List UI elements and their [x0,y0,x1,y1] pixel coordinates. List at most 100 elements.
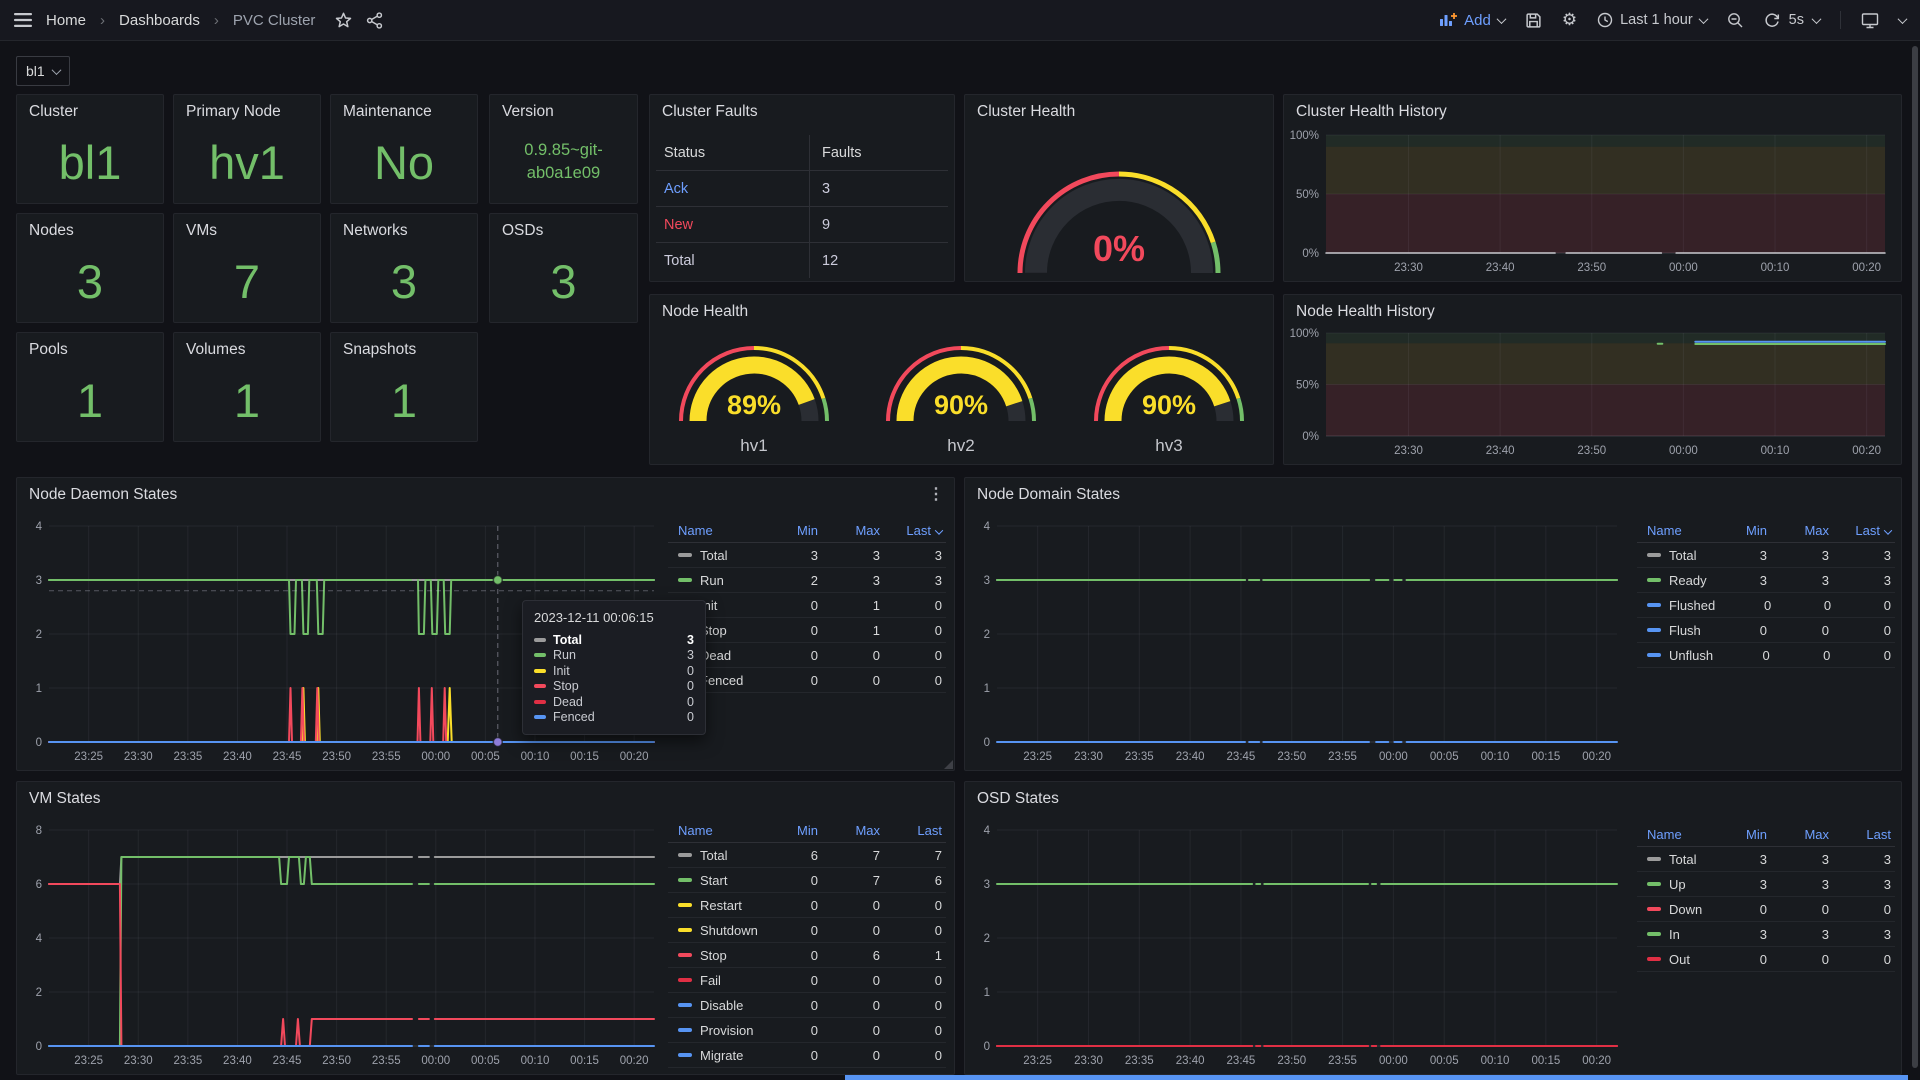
series-color-swatch [1647,882,1661,886]
svg-text:hv3: hv3 [1155,436,1182,455]
sort-chevron-icon [935,526,943,534]
legend-row[interactable]: Ready333 [1637,568,1895,593]
panel-title: Volumes [186,341,245,359]
svg-text:00:00: 00:00 [1669,262,1698,274]
legend-row[interactable]: Fenced000 [668,668,946,693]
svg-text:00:10: 00:10 [521,751,550,763]
chart-tooltip: 2023-12-11 00:06:15Total3Run3Init0Stop0D… [522,600,706,735]
refresh-icon [1764,12,1780,28]
legend-row[interactable]: Shutdown000 [668,918,946,943]
svg-text:00:20: 00:20 [1852,445,1881,457]
legend-header[interactable]: NameMinMaxLast [1637,518,1895,543]
breadcrumb-dashboards[interactable]: Dashboards [119,12,200,29]
panel-vms: VMs 7 [173,213,321,323]
legend-row[interactable]: Init010 [668,593,946,618]
legend-row[interactable]: Up333 [1637,872,1895,897]
panel-osds: OSDs 3 [489,213,638,323]
svg-text:3: 3 [36,575,42,587]
legend-header[interactable]: NameMinMaxLast [1637,822,1895,847]
panel-cluster-faults: Cluster Faults Status Faults Ack 3 New 9… [649,94,955,282]
svg-text:23:50: 23:50 [1277,1055,1306,1067]
series-color-swatch [1647,907,1661,911]
legend-row[interactable]: Flushed000 [1637,593,1895,618]
breadcrumb-home[interactable]: Home [46,12,86,29]
series-color-swatch [1647,957,1661,961]
legend-row[interactable]: Disable000 [668,993,946,1018]
svg-text:23:40: 23:40 [1176,1055,1205,1067]
svg-text:0: 0 [984,1041,990,1053]
hamburger-menu-icon[interactable] [14,13,32,27]
legend-row[interactable]: Stop010 [668,618,946,643]
legend-row[interactable]: Flush000 [1637,618,1895,643]
chevron-down-icon[interactable] [1898,14,1908,24]
svg-text:00:10: 00:10 [521,1055,550,1067]
panel-cluster: Cluster bl1 [16,94,164,204]
legend-row[interactable]: In333 [1637,922,1895,947]
faults-new-link[interactable]: New [656,217,809,233]
panel-menu-kebab-icon[interactable]: ⋮ [928,484,944,504]
vm-states-chart[interactable]: 0246823:2523:3023:3523:4023:4523:5023:55… [19,822,664,1072]
panel-title: Node Health History [1296,303,1435,321]
svg-text:00:15: 00:15 [1531,1055,1560,1067]
legend-header[interactable]: NameMinMaxLast [668,818,946,843]
faults-table-header[interactable]: Status Faults [656,135,948,171]
osd-states-chart[interactable]: 0123423:2523:3023:3523:4023:4523:5023:55… [967,822,1627,1072]
series-color-swatch [678,1053,692,1057]
kiosk-monitor-icon[interactable] [1861,12,1879,29]
svg-text:23:40: 23:40 [223,1055,252,1067]
table-row: Ack 3 [656,171,948,207]
panel-title: VM States [29,790,101,808]
svg-text:0%: 0% [1302,431,1319,443]
time-range-picker[interactable]: Last 1 hour [1597,12,1707,28]
settings-gear-icon[interactable]: ⚙ [1562,10,1577,30]
legend-row[interactable]: Total333 [1637,847,1895,872]
node-health-gauge: 89%hv1 [654,321,854,463]
scrollbar-thumb[interactable] [1912,46,1918,1068]
refresh-picker[interactable]: 5s [1764,12,1820,28]
legend-row[interactable]: Total677 [668,843,946,868]
series-color-swatch [534,638,546,642]
series-color-swatch [1647,653,1661,657]
cluster-health-history-chart[interactable]: 0%50%100%23:3023:4023:5000:0000:1000:20 [1288,127,1895,279]
panel-title: Cluster [29,103,78,121]
faults-ack-count: 3 [809,171,948,206]
svg-text:00:00: 00:00 [421,1055,450,1067]
variable-dropdown[interactable]: bl1 [16,56,70,86]
svg-text:23:50: 23:50 [322,1055,351,1067]
zoom-out-icon[interactable] [1727,12,1744,29]
legend-row[interactable]: Unflush000 [1637,643,1895,668]
legend-row[interactable]: Down000 [1637,897,1895,922]
node-health-history-chart[interactable]: 0%50%100%23:3023:4023:5000:0000:1000:20 [1288,325,1895,462]
variable-value: bl1 [26,63,45,79]
legend-row[interactable]: Provision000 [668,1018,946,1043]
legend-row[interactable]: Start076 [668,868,946,893]
legend-header[interactable]: NameMinMaxLast [668,518,946,543]
add-button[interactable]: Add [1439,12,1505,29]
legend-row[interactable]: Fail000 [668,968,946,993]
panel-vm-states: VM States 0246823:2523:3023:3523:4023:45… [16,781,955,1075]
faults-ack-link[interactable]: Ack [656,181,809,197]
series-color-swatch [534,669,546,673]
legend-row[interactable]: Stop061 [668,943,946,968]
legend-row[interactable]: Restart000 [668,893,946,918]
legend-row[interactable]: Migrate000 [668,1043,946,1068]
svg-text:23:35: 23:35 [173,1055,202,1067]
stat-value: 3 [331,240,477,322]
panel-resize-handle[interactable] [944,760,953,769]
tooltip-series-row: Init0 [534,663,694,679]
legend-row[interactable]: Total333 [668,543,946,568]
table-row: Total 12 [656,243,948,278]
save-dashboard-icon[interactable] [1525,12,1542,29]
legend-row[interactable]: Total333 [1637,543,1895,568]
series-color-swatch [1647,553,1661,557]
legend-row[interactable]: Run233 [668,568,946,593]
svg-text:23:30: 23:30 [1394,262,1423,274]
svg-text:23:45: 23:45 [1227,1055,1256,1067]
breadcrumb-separator: › [214,12,219,29]
node-domain-states-chart[interactable]: 0123423:2523:3023:3523:4023:4523:5023:55… [967,518,1627,768]
series-color-swatch [534,684,546,688]
legend-row[interactable]: Dead000 [668,643,946,668]
share-icon[interactable] [366,12,383,29]
legend-row[interactable]: Out000 [1637,947,1895,972]
star-icon[interactable] [335,12,352,29]
